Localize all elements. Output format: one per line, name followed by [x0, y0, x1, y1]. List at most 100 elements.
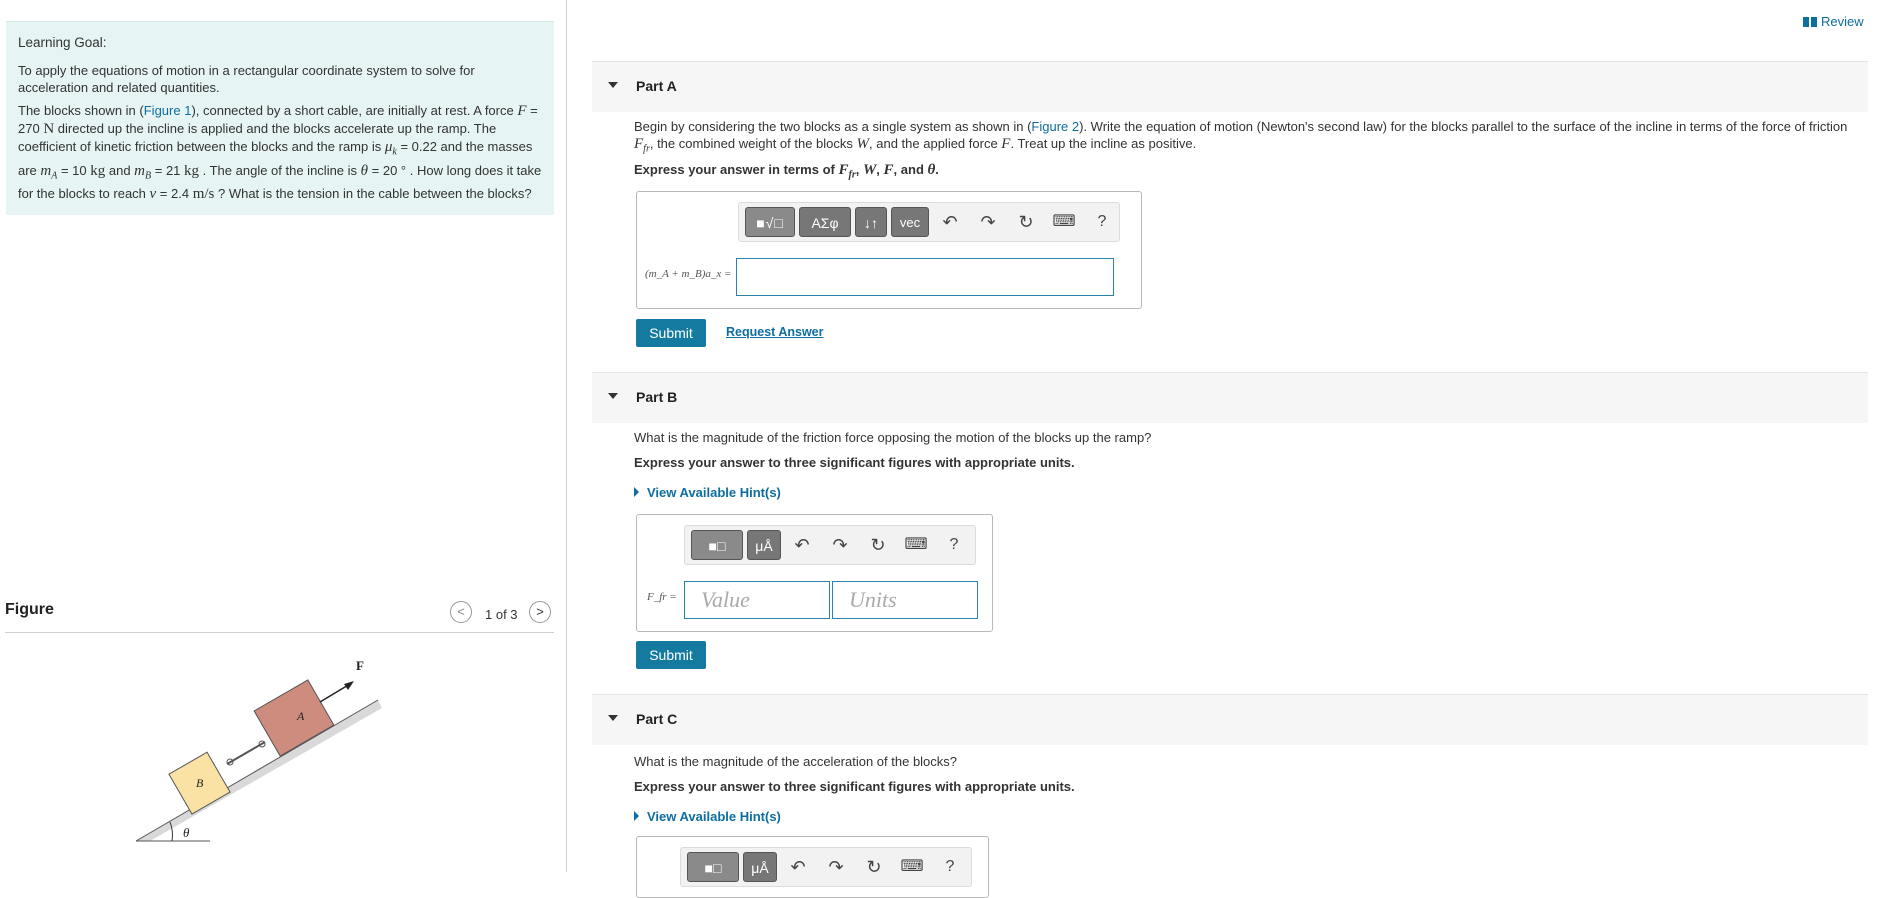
templates-button[interactable]: ■□ [691, 530, 743, 560]
math-unit-N: N [43, 121, 55, 137]
reset-icon[interactable]: ↻ [861, 852, 887, 882]
part-b-instructions: Express your answer to three significant… [634, 455, 1075, 470]
part-b-question: What is the magnitude of the friction fo… [634, 430, 1152, 445]
math-sub: fr [848, 169, 856, 181]
part-c-hint-toggle[interactable]: View Available Hint(s) [634, 809, 781, 824]
units-placeholder: Units [849, 587, 897, 612]
problem-text: The blocks shown in ( [18, 103, 144, 118]
vector-button[interactable]: vec [891, 207, 929, 237]
redo-icon[interactable]: ↷ [827, 530, 853, 560]
part-b-hint-toggle[interactable]: View Available Hint(s) [634, 485, 781, 500]
ramp-edge [135, 699, 379, 842]
part-b-units-toolbar: ■□ μÅ ↶ ↷ ↻ ⌨ ? [684, 525, 976, 565]
templates-button[interactable]: ■□ [687, 852, 739, 882]
instruction-text: Express your answer in terms of [634, 162, 839, 177]
question-text: , and the applied force [869, 136, 1002, 151]
help-icon[interactable]: ? [937, 852, 963, 882]
problem-text: and [105, 162, 135, 178]
figure-1-link[interactable]: Figure 1 [144, 103, 192, 118]
review-label: Review [1821, 14, 1864, 29]
problem-text: = 2.4 [156, 186, 193, 202]
undo-icon[interactable]: ↶ [789, 530, 815, 560]
part-c-units-toolbar: ■□ μÅ ↶ ↷ ↻ ⌨ ? [680, 847, 972, 887]
part-b-submit-button[interactable]: Submit [636, 641, 706, 669]
book-icon [1803, 17, 1817, 27]
help-icon[interactable]: ? [941, 530, 967, 560]
math-theta: θ [360, 162, 369, 179]
math-unit-kg: kg [90, 162, 106, 179]
collapse-arrow-icon [608, 715, 618, 721]
part-c-title: Part C [636, 711, 678, 727]
math-F: F [634, 136, 644, 152]
units-button[interactable]: μÅ [743, 852, 777, 882]
question-text: , the combined weight of the blocks [649, 136, 857, 151]
instruction-text: . [935, 162, 939, 177]
value-input[interactable]: Value [684, 581, 830, 619]
part-a-submit-button[interactable]: Submit [636, 319, 706, 347]
figure-prev-button[interactable]: < [450, 601, 472, 623]
math-m: m [134, 162, 146, 179]
problem-statement: The blocks shown in (Figure 1), connecte… [18, 102, 546, 203]
label-B: B [196, 776, 204, 790]
part-a-title: Part A [636, 78, 677, 94]
units-input[interactable]: Units [832, 581, 978, 619]
figure-count: 1 of 3 [485, 607, 518, 622]
problem-text: . The angle of the incline is [199, 162, 361, 178]
redo-icon[interactable]: ↷ [823, 852, 849, 882]
help-icon[interactable]: ? [1089, 207, 1115, 237]
units-button[interactable]: μÅ [747, 530, 781, 560]
review-link[interactable]: Review [1803, 14, 1864, 29]
reset-icon[interactable]: ↻ [865, 530, 891, 560]
collapse-arrow-icon [608, 82, 618, 88]
math-F: F [838, 162, 849, 178]
question-text: Begin by considering the two blocks as a… [634, 119, 1032, 134]
part-a-question: Begin by considering the two blocks as a… [634, 118, 1859, 158]
math-unit-ms: m/s [192, 186, 215, 203]
math-F: F [517, 103, 527, 119]
reset-icon[interactable]: ↻ [1013, 207, 1039, 237]
value-placeholder: Value [701, 587, 750, 612]
math-W: W [856, 136, 870, 152]
label-F: F [356, 658, 364, 673]
expand-arrow-icon [634, 811, 639, 821]
math-unit-kg: kg [184, 162, 200, 179]
figure-header: Figure < 1 of 3 > [5, 596, 554, 633]
expand-arrow-icon [634, 487, 639, 497]
part-a-math-toolbar: ■√□ ΑΣφ ↓↑ vec ↶ ↷ ↻ ⌨ ? [738, 202, 1120, 242]
part-c-header[interactable]: Part C [592, 694, 1868, 745]
part-b-title: Part B [636, 389, 678, 405]
incline-figure: F A B θ [135, 658, 382, 842]
keyboard-icon[interactable]: ⌨ [899, 852, 925, 882]
question-text: . Treat up the incline as positive. [1010, 136, 1197, 151]
part-a-equation-label: (m_A + m_B)a_x = [645, 268, 732, 280]
templates-button[interactable]: ■√□ [745, 207, 795, 237]
figure-next-button[interactable]: > [529, 601, 551, 623]
label-theta: θ [183, 825, 190, 840]
math-m: m [40, 162, 52, 179]
keyboard-icon[interactable]: ⌨ [903, 530, 929, 560]
problem-text: ), connected by a short cable, are initi… [191, 103, 518, 118]
label-A: A [296, 709, 305, 723]
keyboard-icon[interactable]: ⌨ [1051, 207, 1077, 237]
part-b-header[interactable]: Part B [592, 372, 1868, 423]
part-b-equation-label: F_fr = [647, 591, 677, 603]
request-answer-link[interactable]: Request Answer [726, 325, 823, 339]
problem-text: = 21 [151, 162, 185, 178]
part-a-header[interactable]: Part A [592, 61, 1868, 112]
instruction-text: , and [893, 162, 928, 177]
part-a-answer-box: ■√□ ΑΣφ ↓↑ vec ↶ ↷ ↻ ⌨ ? (m_A + m_B)a_x … [636, 191, 1142, 309]
part-b-answer-box: ■□ μÅ ↶ ↷ ↻ ⌨ ? F_fr = Value Units [636, 514, 993, 632]
undo-icon[interactable]: ↶ [937, 207, 963, 237]
math-F: F [883, 162, 894, 178]
greek-button[interactable]: ΑΣφ [799, 207, 851, 237]
part-a-answer-input[interactable] [736, 258, 1114, 296]
block-a [253, 679, 335, 757]
undo-icon[interactable]: ↶ [785, 852, 811, 882]
math-W: W [862, 162, 877, 178]
part-c-answer-box: ■□ μÅ ↶ ↷ ↻ ⌨ ? [636, 836, 989, 898]
left-panel: Learning Goal: To apply the equations of… [0, 0, 567, 872]
collapse-arrow-icon [608, 393, 618, 399]
redo-icon[interactable]: ↷ [975, 207, 1001, 237]
figure-2-link[interactable]: Figure 2 [1031, 119, 1079, 134]
subscript-button[interactable]: ↓↑ [855, 207, 887, 237]
